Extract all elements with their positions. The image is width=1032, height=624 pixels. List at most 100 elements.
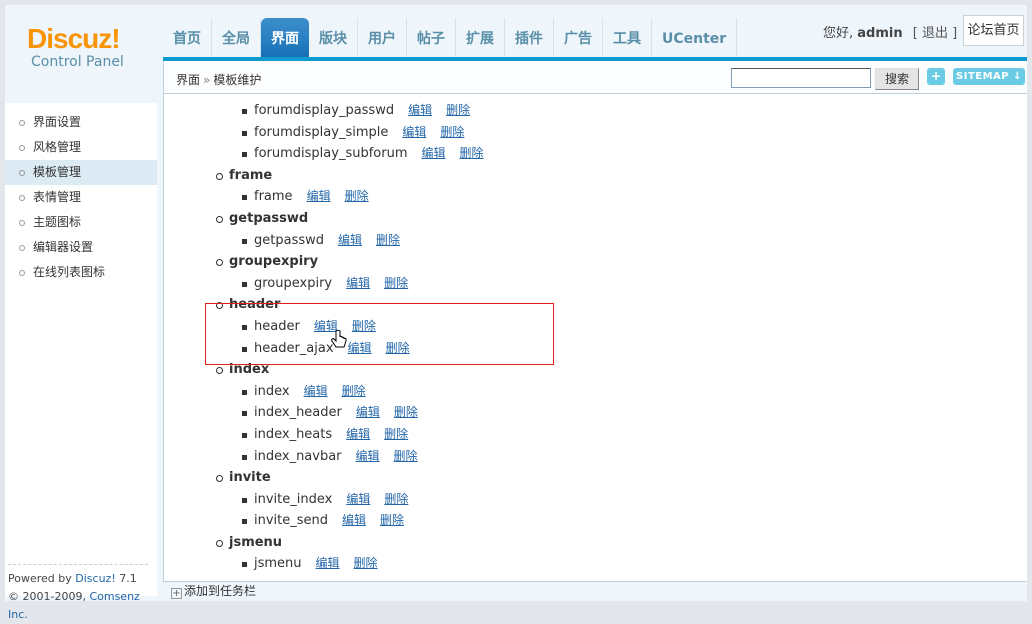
edit-link[interactable]: 编辑 <box>346 492 370 506</box>
template-group: jsmenu <box>164 532 1027 554</box>
nav-tab[interactable]: 广告 <box>554 18 603 58</box>
user-info: 您好, admin [ 退出 ] <box>823 26 958 41</box>
delete-link[interactable]: 删除 <box>394 405 418 419</box>
template-item: invite_send 编辑 删除 <box>164 510 1027 532</box>
highlight-box <box>205 303 554 365</box>
template-group: getpasswd <box>164 208 1027 230</box>
delete-link[interactable]: 删除 <box>446 103 470 117</box>
sidebar-item[interactable]: 主题图标 <box>5 210 157 235</box>
edit-link[interactable]: 编辑 <box>356 449 380 463</box>
add-shortcut-button[interactable]: + <box>927 68 945 85</box>
template-list-panel[interactable]: forumdisplay_passwd 编辑 删除 forumdisplay_simp… <box>163 94 1027 582</box>
top-nav: 首页 全局 界面 版块 用户 帖子 扩展 插件 广告 工具 UCenter <box>163 18 738 58</box>
nav-tab[interactable]: 插件 <box>505 18 554 58</box>
template-item: index 编辑 删除 <box>164 381 1027 403</box>
edit-link[interactable]: 编辑 <box>304 384 328 398</box>
template-name: invite_send <box>254 513 329 529</box>
breadcrumb-current: 模板维护 <box>213 73 262 87</box>
plus-box-icon: + <box>171 588 182 599</box>
template-name: invite_index <box>254 491 333 507</box>
breadcrumb-parent[interactable]: 界面 <box>176 73 200 87</box>
delete-link[interactable]: 删除 <box>345 189 369 203</box>
delete-link[interactable]: 删除 <box>384 427 408 441</box>
sidebar-item[interactable]: 模板管理 <box>5 160 157 185</box>
discuz-link[interactable]: Discuz! <box>75 572 115 585</box>
sidebar-item[interactable]: 表情管理 <box>5 185 157 210</box>
search-input[interactable] <box>731 68 871 88</box>
forum-home-button[interactable]: 论坛首页 <box>963 15 1024 46</box>
template-name: getpasswd <box>254 232 324 248</box>
edit-link[interactable]: 编辑 <box>346 276 370 290</box>
template-name: index_heats <box>254 426 333 442</box>
template-name: groupexpiry <box>229 254 319 270</box>
template-item: forumdisplay_simple 编辑 删除 <box>164 122 1027 144</box>
logout-link[interactable]: [ 退出 ] <box>913 26 957 41</box>
template-name: invite <box>229 470 271 486</box>
template-name: index_header <box>254 405 342 421</box>
nav-tab[interactable]: 扩展 <box>456 18 505 58</box>
template-item: index_header 编辑 删除 <box>164 402 1027 424</box>
template-name: getpasswd <box>229 210 309 226</box>
edit-link[interactable]: 编辑 <box>307 189 331 203</box>
sidebar-item[interactable]: 界面设置 <box>5 110 157 135</box>
delete-link[interactable]: 删除 <box>460 146 484 160</box>
delete-link[interactable]: 删除 <box>354 556 378 570</box>
sidebar-item[interactable]: 在线列表图标 <box>5 260 157 285</box>
edit-link[interactable]: 编辑 <box>342 513 366 527</box>
template-item: index_heats 编辑 删除 <box>164 424 1027 446</box>
breadcrumb: 界面» 模板维护 <box>176 71 261 88</box>
edit-link[interactable]: 编辑 <box>402 125 426 139</box>
edit-link[interactable]: 编辑 <box>316 556 340 570</box>
delete-link[interactable]: 删除 <box>376 233 400 247</box>
edit-link[interactable]: 编辑 <box>338 233 362 247</box>
search-button[interactable]: 搜索 <box>875 68 919 90</box>
edit-link[interactable]: 编辑 <box>421 146 445 160</box>
sidebar: 界面设置 风格管理 模板管理 表情管理 主题图标 编辑器设置 在线列表图标 Powered … <box>5 103 157 621</box>
template-item: forumdisplay_passwd 编辑 删除 <box>164 100 1027 122</box>
nav-tab[interactable]: 全局 <box>212 18 261 58</box>
template-item: jsmenu 编辑 删除 <box>164 553 1027 575</box>
nav-tab[interactable]: 首页 <box>163 18 212 58</box>
delete-link[interactable]: 删除 <box>342 384 366 398</box>
template-name: index_navbar <box>254 448 342 464</box>
breadcrumb-bar: 界面» 模板维护 搜索 + SITEMAP ↓ <box>163 61 1027 94</box>
template-name: jsmenu <box>229 534 283 550</box>
edit-link[interactable]: 编辑 <box>356 405 380 419</box>
template-name: frame <box>229 167 273 183</box>
nav-tab[interactable]: 帖子 <box>407 18 456 58</box>
delete-link[interactable]: 删除 <box>384 276 408 290</box>
sidebar-item[interactable]: 编辑器设置 <box>5 235 157 260</box>
add-to-taskbar[interactable]: + 添加到任务栏 <box>171 584 256 599</box>
delete-link[interactable]: 删除 <box>384 492 408 506</box>
logo[interactable]: Discuz! Control Panel <box>27 25 124 71</box>
nav-tab[interactable]: 工具 <box>603 18 652 58</box>
template-name: jsmenu <box>254 556 302 572</box>
nav-tab[interactable]: UCenter <box>652 18 738 58</box>
template-group: frame <box>164 165 1027 187</box>
control-panel: Discuz! Control Panel 首页 全局 界面 版块 用户 帖子 扩展 插件 广告… <box>5 5 1027 621</box>
template-name: frame <box>254 189 293 205</box>
delete-link[interactable]: 删除 <box>394 449 418 463</box>
edit-link[interactable]: 编辑 <box>346 427 370 441</box>
nav-tab[interactable]: 版块 <box>309 18 358 58</box>
template-item: groupexpiry 编辑 删除 <box>164 273 1027 295</box>
template-name: forumdisplay_simple <box>254 124 389 140</box>
nav-tab[interactable]: 界面 <box>261 18 309 58</box>
delete-link[interactable]: 删除 <box>380 513 404 527</box>
powered-by: Powered by Discuz! 7.1 © 2001-2009, Coms… <box>8 564 148 624</box>
sidebar-item[interactable]: 风格管理 <box>5 135 157 160</box>
template-group: groupexpiry <box>164 251 1027 273</box>
template-item: invite_index 编辑 删除 <box>164 489 1027 511</box>
hand-cursor-icon <box>331 330 347 348</box>
delete-link[interactable]: 删除 <box>440 125 464 139</box>
breadcrumb-separator: » <box>203 73 211 87</box>
template-item: forumdisplay_subforum 编辑 删除 <box>164 143 1027 165</box>
template-item: index_navbar 编辑 删除 <box>164 446 1027 468</box>
template-name: groupexpiry <box>254 275 333 291</box>
nav-tab[interactable]: 用户 <box>358 18 407 58</box>
template-item: getpasswd 编辑 删除 <box>164 230 1027 252</box>
edit-link[interactable]: 编辑 <box>408 103 432 117</box>
template-group: invite <box>164 467 1027 489</box>
sitemap-button[interactable]: SITEMAP ↓ <box>953 68 1025 85</box>
template-item: frame 编辑 删除 <box>164 186 1027 208</box>
